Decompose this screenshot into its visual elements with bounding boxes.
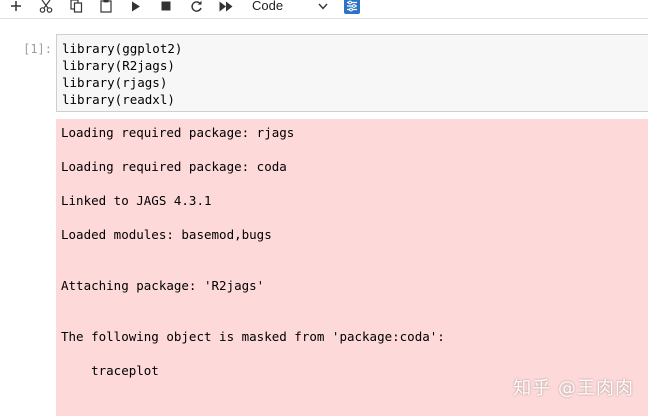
play-icon[interactable]	[126, 0, 146, 15]
command-palette-icon[interactable]	[344, 0, 360, 14]
output-line: traceplot	[61, 363, 159, 378]
copy-icon[interactable]	[66, 0, 86, 15]
output-line: Attaching package: 'R2jags'	[61, 278, 265, 293]
cell-type-select[interactable]: Code	[246, 0, 332, 14]
stderr-output: Loading required package: rjags Loading …	[56, 119, 648, 416]
clipboard-icon[interactable]	[96, 0, 116, 15]
code-line: library(readxl)	[62, 92, 175, 107]
restart-icon[interactable]	[186, 0, 206, 15]
cell-prompt: [1]:	[23, 42, 52, 56]
output-line: Loading required package: coda	[61, 159, 287, 174]
code-line: library(ggplot2)	[62, 41, 183, 56]
chevron-down-icon	[318, 0, 328, 13]
code-line: library(R2jags)	[62, 58, 175, 73]
output-line: Loaded modules: basemod,bugs	[61, 227, 272, 242]
output-line: Loading required package: rjags	[61, 125, 295, 140]
output-line: Linked to JAGS 4.3.1	[61, 193, 212, 208]
output-line: The following object is masked from 'pac…	[61, 329, 445, 344]
scissors-icon[interactable]	[36, 0, 56, 15]
watermark: 知乎 @王肉肉	[513, 378, 634, 399]
cell-type-value: Code	[252, 0, 284, 13]
notebook-toolbar: Code	[0, 0, 648, 19]
plus-icon[interactable]	[6, 0, 26, 15]
fast-forward-icon[interactable]	[216, 0, 236, 15]
code-cell-input[interactable]: library(ggplot2) library(R2jags) library…	[56, 34, 648, 112]
code-line: library(rjags)	[62, 75, 168, 90]
stop-icon[interactable]	[156, 0, 176, 15]
